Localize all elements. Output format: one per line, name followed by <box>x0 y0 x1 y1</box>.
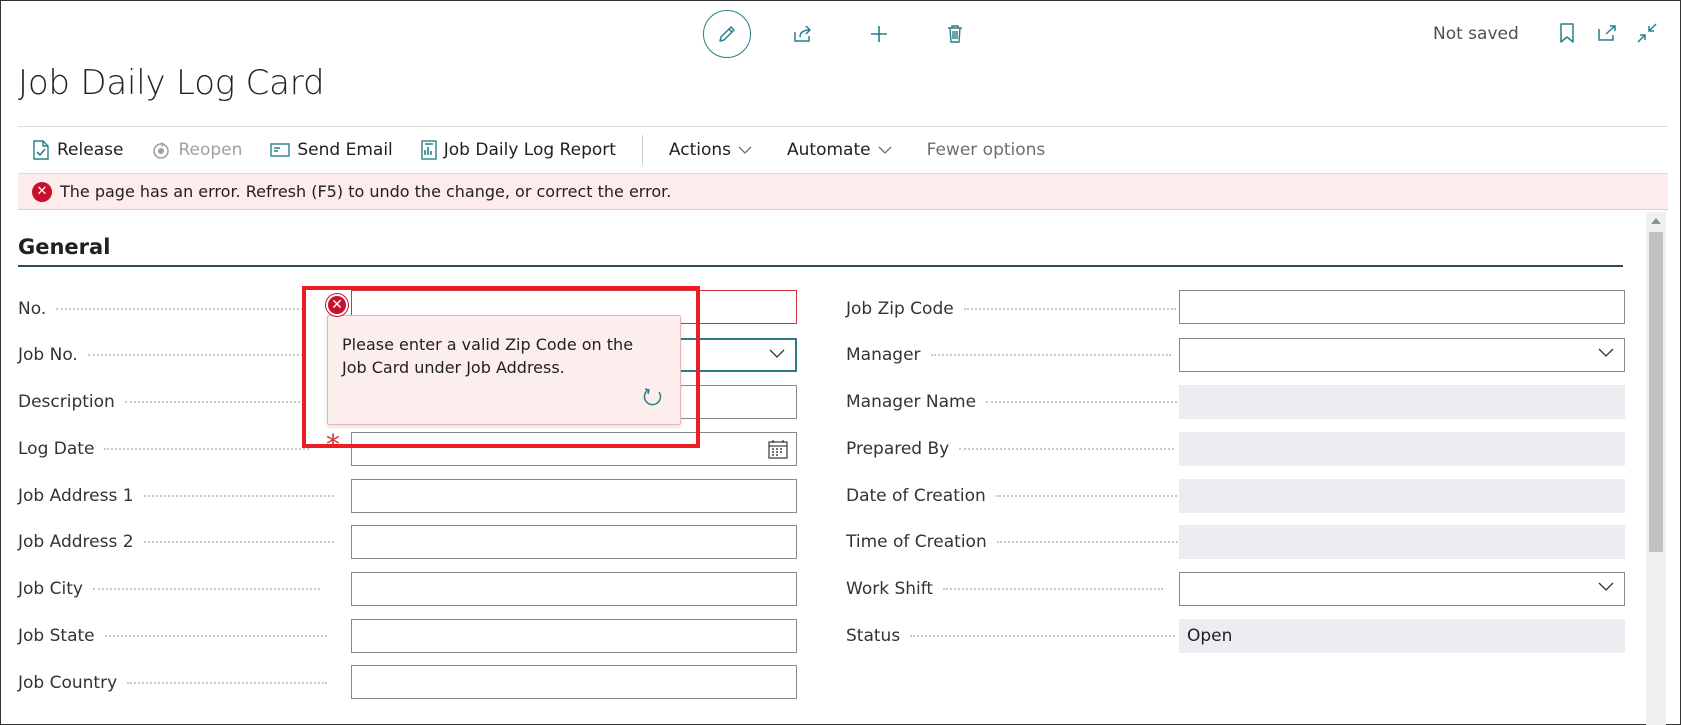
field-label-manager-name: Manager Name <box>846 392 1182 412</box>
share-button[interactable] <box>779 10 827 58</box>
action-toolbar: Release Reopen Send Email Job Daily Log … <box>18 126 1668 174</box>
error-icon: ✕ <box>32 181 52 202</box>
field-label-log-date: Log Date <box>18 439 310 459</box>
report-label: Job Daily Log Report <box>443 140 616 160</box>
top-action-bar <box>703 10 979 58</box>
status-field: Open <box>1179 619 1625 653</box>
section-divider <box>18 265 1623 267</box>
automate-label: Automate <box>787 140 871 160</box>
actions-label: Actions <box>668 140 732 160</box>
chevron-down-icon <box>738 146 752 154</box>
highlight-box <box>302 286 700 448</box>
scrollbar-thumb[interactable] <box>1649 232 1663 552</box>
field-label-job-address-1: Job Address 1 <box>18 486 334 506</box>
plus-icon <box>869 24 889 44</box>
job-country-input[interactable] <box>351 665 797 699</box>
field-label-no: No. <box>18 299 304 319</box>
chevron-down-icon <box>769 349 785 358</box>
reopen-button[interactable]: Reopen <box>137 127 256 173</box>
field-label-description: Description <box>18 392 300 412</box>
chevron-down-icon <box>1598 582 1614 591</box>
email-icon <box>270 142 291 158</box>
job-zip-code-input[interactable] <box>1179 290 1625 324</box>
job-address-2-input[interactable] <box>351 525 797 559</box>
save-status: Not saved <box>1433 24 1519 44</box>
field-label-time-of-creation: Time of Creation <box>846 532 1182 552</box>
fewer-options-label: Fewer options <box>926 140 1046 160</box>
pencil-icon <box>717 24 737 44</box>
calendar-icon[interactable] <box>768 439 788 459</box>
time-of-creation-field <box>1179 525 1625 559</box>
new-button[interactable] <box>855 10 903 58</box>
page-error-message: The page has an error. Refresh (F5) to u… <box>60 182 672 201</box>
page-title: Job Daily Log Card <box>18 63 325 103</box>
page-error-bar: ✕ The page has an error. Refresh (F5) to… <box>18 174 1668 210</box>
chevron-down-icon <box>878 146 892 154</box>
bookmark-icon[interactable] <box>1556 22 1578 44</box>
share-icon <box>792 24 814 44</box>
manager-select[interactable] <box>1179 338 1625 372</box>
chevron-down-icon <box>1598 348 1614 357</box>
work-shift-select[interactable] <box>1179 572 1625 606</box>
field-label-job-no: Job No. <box>18 345 303 365</box>
vertical-scrollbar[interactable] <box>1646 212 1666 725</box>
section-title-general[interactable]: General <box>18 235 110 259</box>
field-label-manager: Manager <box>846 345 1171 365</box>
edit-button[interactable] <box>703 10 751 58</box>
window-controls <box>1556 22 1658 44</box>
field-label-job-city: Job City <box>18 579 320 599</box>
field-label-prepared-by: Prepared By <box>846 439 1175 459</box>
field-label-work-shift: Work Shift <box>846 579 1164 599</box>
job-state-input[interactable] <box>351 619 797 653</box>
fewer-options-button[interactable]: Fewer options <box>913 127 1060 173</box>
release-document-icon <box>32 140 50 160</box>
send-email-button[interactable]: Send Email <box>256 127 406 173</box>
scroll-up-arrow-icon[interactable] <box>1651 218 1661 224</box>
field-label-date-of-creation: Date of Creation <box>846 486 1181 506</box>
reopen-icon <box>151 140 171 160</box>
send-email-label: Send Email <box>297 140 393 160</box>
collapse-icon[interactable] <box>1636 22 1658 44</box>
prepared-by-field <box>1179 432 1625 466</box>
automate-menu[interactable]: Automate <box>773 127 913 173</box>
delete-button[interactable] <box>931 10 979 58</box>
field-label-status: Status <box>846 626 1176 646</box>
release-button[interactable]: Release <box>18 127 137 173</box>
manager-name-field <box>1179 385 1625 419</box>
job-address-1-input[interactable] <box>351 479 797 513</box>
job-city-input[interactable] <box>351 572 797 606</box>
open-new-window-icon[interactable] <box>1596 22 1618 44</box>
report-icon <box>421 140 437 160</box>
reopen-label: Reopen <box>178 140 243 160</box>
field-label-job-zip-code: Job Zip Code <box>846 299 1176 319</box>
actions-menu[interactable]: Actions <box>655 127 773 173</box>
toolbar-divider <box>641 135 643 165</box>
field-label-job-state: Job State <box>18 626 327 646</box>
release-label: Release <box>57 140 124 160</box>
date-of-creation-field <box>1179 479 1625 513</box>
field-label-job-country: Job Country <box>18 673 328 693</box>
field-label-job-address-2: Job Address 2 <box>18 532 334 552</box>
trash-icon <box>946 24 964 44</box>
job-daily-log-report-button[interactable]: Job Daily Log Report <box>407 127 630 173</box>
